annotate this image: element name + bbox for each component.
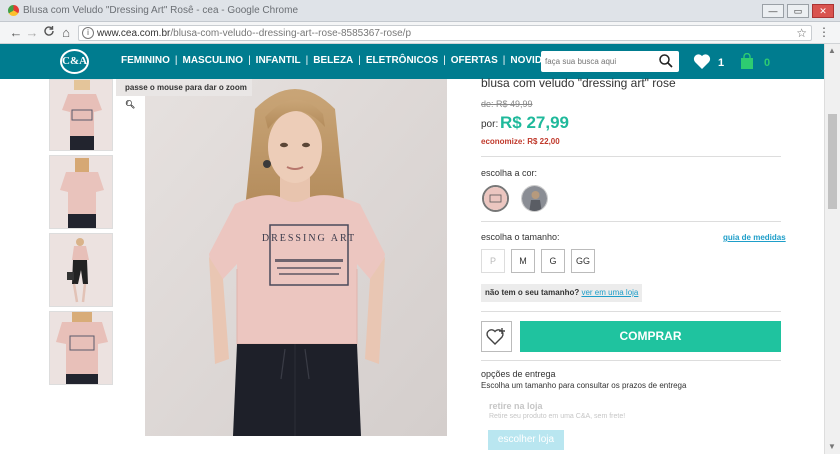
no-size-text: não tem o seu tamanho?: [485, 288, 580, 297]
bookmark-star-icon[interactable]: ☆: [796, 26, 807, 40]
close-button[interactable]: ✕: [812, 4, 834, 18]
divider: [481, 311, 781, 312]
maximize-button[interactable]: ▭: [787, 4, 809, 18]
thumbnail-front-view[interactable]: [49, 79, 113, 151]
size-option-gg[interactable]: GG: [571, 249, 595, 273]
zoom-hint: passe o mouse para dar o zoom 🔍︎: [116, 79, 252, 109]
product-title: blusa com veludo "dressing art" rose: [481, 76, 676, 90]
menu-item-ofertas[interactable]: OFERTAS: [446, 55, 503, 66]
cea-logo[interactable]: C&A: [60, 49, 89, 74]
menu-item-eletronicos[interactable]: ELETRÔNICOS: [361, 55, 443, 66]
menu-item-beleza[interactable]: BELEZA: [308, 55, 358, 66]
pickup-subtitle: Retire seu produto em uma C&A, sem frete…: [489, 413, 626, 420]
shirt-print-text: DRESSING ART: [262, 233, 356, 244]
product-main-image[interactable]: DRESSING ART: [145, 79, 447, 436]
browser-menu-icon[interactable]: ⋮: [818, 25, 830, 39]
menu-item-feminino[interactable]: FEMININO: [116, 55, 175, 66]
scroll-up-icon[interactable]: ▲: [828, 46, 836, 55]
search-input[interactable]: [545, 54, 655, 69]
page-scrollbar[interactable]: ▲ ▼: [824, 44, 840, 454]
heart-plus-icon: [486, 328, 505, 345]
reload-button[interactable]: [41, 25, 57, 41]
size-options: P M G GG: [481, 249, 595, 273]
address-bar[interactable]: i www.cea.com.br/blusa-com-veludo--dress…: [78, 25, 812, 41]
reload-icon: [44, 26, 54, 36]
window-titlebar: Blusa com Veludo "Dressing Art" Rosê - c…: [0, 0, 840, 22]
store-pickup-section: retire na loja Retire seu produto em uma…: [481, 395, 781, 454]
site-header: C&A FEMININO | MASCULINO | INFANTIL | BELEZ…: [0, 44, 824, 79]
delivery-subtitle: Escolha um tamanho para consultar os pra…: [481, 381, 687, 390]
thumbnail-full-body-view[interactable]: [49, 233, 113, 307]
choose-store-button[interactable]: escolher loja: [488, 430, 564, 450]
old-price: de: R$ 49,99: [481, 99, 533, 109]
zoom-magnifier-icon: 🔍︎: [125, 100, 136, 109]
window-controls: — ▭ ✕: [762, 4, 834, 18]
find-in-store-link[interactable]: ver em uma loja: [581, 288, 638, 297]
forward-button[interactable]: →: [24, 25, 40, 41]
current-price: R$ 27,99: [500, 113, 569, 132]
zoom-hint-text: passe o mouse para dar o zoom: [125, 83, 247, 92]
home-button[interactable]: ⌂: [58, 25, 74, 41]
savings-text: economize: R$ 22,00: [481, 137, 560, 146]
thumbnail-back-view[interactable]: [49, 155, 113, 229]
scrollbar-thumb[interactable]: [828, 114, 837, 209]
browser-toolbar: ← → ⌂ i www.cea.com.br/blusa-com-veludo-…: [0, 22, 840, 44]
color-swatch-gray[interactable]: [521, 185, 548, 212]
model-photo: DRESSING ART: [145, 79, 447, 436]
thumbnail-detail-view[interactable]: [49, 311, 113, 385]
add-to-wishlist-button[interactable]: [481, 321, 512, 352]
scroll-down-icon[interactable]: ▼: [828, 442, 836, 451]
main-menu: FEMININO | MASCULINO | INFANTIL | BELEZA | E…: [116, 55, 575, 66]
size-label: escolha o tamanho:: [481, 232, 560, 242]
divider: [481, 360, 781, 361]
size-guide-link[interactable]: guia de medidas: [723, 233, 786, 242]
price-prefix: por:: [481, 119, 499, 130]
color-label: escolha a cor:: [481, 168, 538, 178]
wishlist-count: 1: [718, 57, 725, 69]
url-host: www.cea.com.br: [97, 28, 171, 39]
menu-item-masculino[interactable]: MASCULINO: [178, 55, 249, 66]
window-title: Blusa com Veludo "Dressing Art" Rosê - c…: [23, 5, 298, 16]
url-text[interactable]: www.cea.com.br/blusa-com-veludo--dressin…: [97, 28, 411, 39]
size-option-p[interactable]: P: [481, 249, 505, 273]
no-size-banner: não tem o seu tamanho? ver em uma loja: [481, 284, 643, 302]
delivery-title: opções de entrega: [481, 369, 556, 379]
divider: [481, 156, 781, 157]
search-box: [541, 51, 679, 72]
size-option-g[interactable]: G: [541, 249, 565, 273]
search-icon[interactable]: [658, 53, 674, 69]
url-path: /blusa-com-veludo--dressing-art--rose-85…: [170, 28, 412, 39]
menu-item-infantil[interactable]: INFANTIL: [251, 55, 306, 66]
buy-button[interactable]: COMPRAR: [520, 321, 781, 352]
minimize-button[interactable]: —: [762, 4, 784, 18]
info-icon[interactable]: i: [82, 27, 94, 39]
chrome-icon: [8, 5, 19, 16]
back-button[interactable]: ←: [8, 25, 24, 41]
wishlist-heart-icon[interactable]: [693, 53, 711, 70]
size-option-m[interactable]: M: [511, 249, 535, 273]
divider: [481, 221, 781, 222]
color-swatch-rose[interactable]: [482, 185, 509, 212]
cart-count: 0: [764, 57, 771, 69]
pickup-title: retire na loja: [489, 401, 543, 411]
shopping-bag-icon[interactable]: [740, 53, 754, 70]
